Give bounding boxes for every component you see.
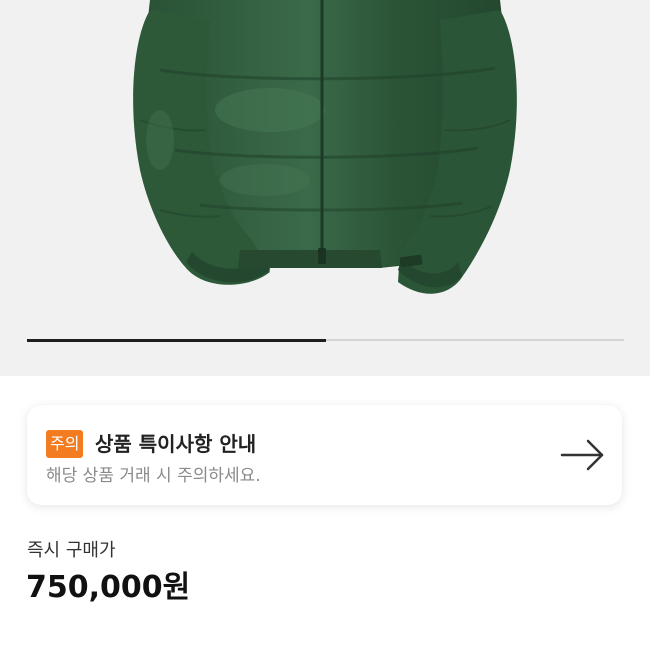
warning-badge: 주의 <box>46 430 84 458</box>
notice-card[interactable]: 주의 상품 특이사항 안내 해당 상품 거래 시 주의하세요. <box>27 405 622 505</box>
product-detail-screen: 주의 상품 특이사항 안내 해당 상품 거래 시 주의하세요. 즉시 구매가 7… <box>0 0 650 650</box>
image-carousel-indicator <box>27 338 624 342</box>
instant-buy-price: 750,000원 <box>26 570 191 605</box>
down-jacket-image <box>133 0 517 294</box>
product-image[interactable] <box>0 0 650 376</box>
notice-title: 상품 특이사항 안내 <box>95 432 257 456</box>
carousel-progress <box>27 338 326 342</box>
arrow-right-icon[interactable] <box>560 437 606 473</box>
notice-subtitle: 해당 상품 거래 시 주의하세요. <box>46 466 261 486</box>
instant-buy-price-label: 즉시 구매가 <box>27 540 116 561</box>
